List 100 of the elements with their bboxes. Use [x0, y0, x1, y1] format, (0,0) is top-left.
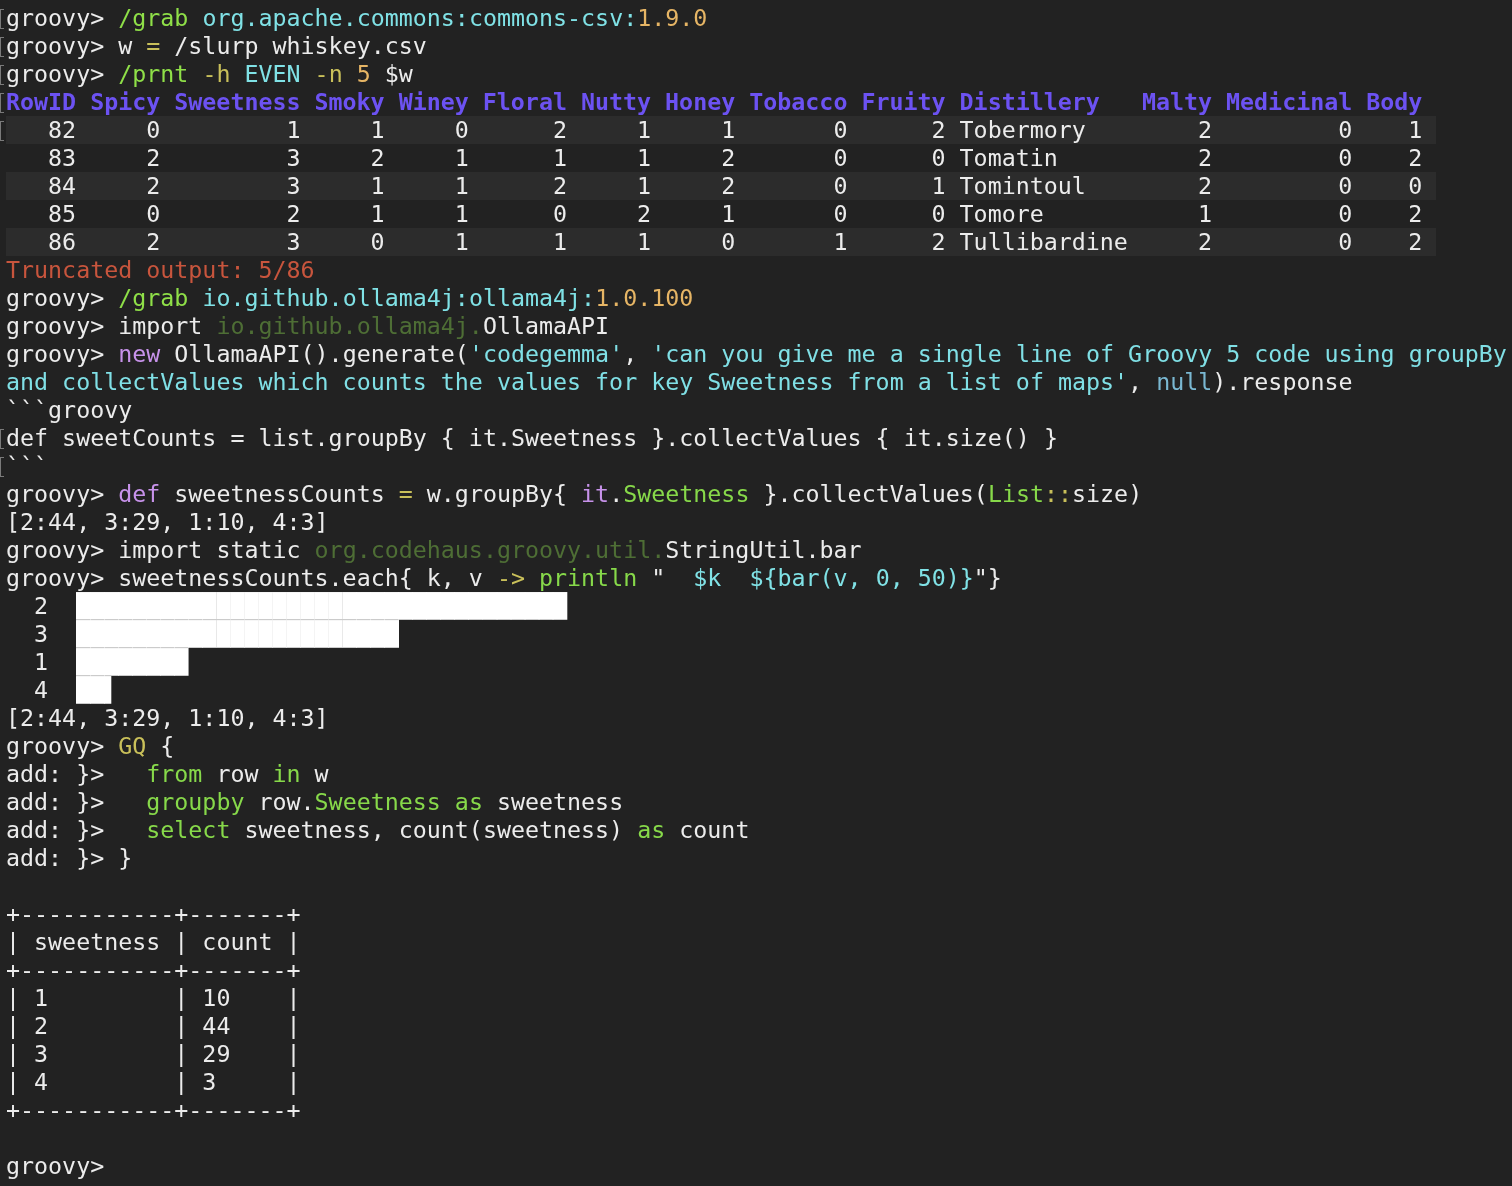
- table-cell-text: 83: [47, 144, 77, 172]
- terminal-line: [2:44, 3:29, 1:10, 4:3]: [6, 704, 330, 732]
- table-cell-text: 2: [1197, 144, 1212, 172]
- table-cell-text: 86: [47, 228, 77, 256]
- table-cell-text: Tobermory: [959, 116, 1087, 144]
- table-cell-text: 1: [1407, 116, 1423, 144]
- table-cell-text: 0: [1337, 144, 1353, 172]
- table-cell-text: 1: [636, 172, 652, 200]
- column-header: Malty: [1141, 88, 1212, 116]
- table-cell-text: 2: [145, 144, 161, 172]
- column-header: Floral: [482, 88, 567, 116]
- table-cell-text: 0: [832, 116, 848, 144]
- table-cell-text: 3: [285, 172, 301, 200]
- terminal-line: and collectValues which counts the values for key Sweetness from a list of maps', null).response: [6, 368, 1354, 396]
- table-cell-text: Tomore: [959, 200, 1045, 228]
- table-cell-text: 2: [720, 144, 736, 172]
- table-cell-text: 1: [636, 116, 652, 144]
- terminal-line: | sweetness | count |: [6, 928, 302, 956]
- terminal-line: groovy> /prnt -h EVEN -n 5 $w: [6, 60, 1512, 88]
- table-cell-text: 2: [145, 228, 161, 256]
- table-cell-text: 2: [930, 116, 946, 144]
- table-cell-text: 2: [1407, 144, 1423, 172]
- table-cell-text: 82: [47, 116, 77, 144]
- terminal-line: | 4 | 3 |: [6, 1068, 302, 1096]
- column-header: Honey: [665, 88, 736, 116]
- terminal-line: groovy> sweetnessCounts.each{ k, v -> println " $k ${bar(v, 0, 50)}"}: [6, 564, 1003, 592]
- terminal-line: groovy> import static org.codehaus.groovy.util.StringUtil.bar: [6, 536, 863, 564]
- table-cell-text: 1: [720, 116, 736, 144]
- column-header: Spicy: [90, 88, 161, 116]
- terminal-line: groovy> import io.github.ollama4j.OllamaAPI: [6, 312, 611, 340]
- table-cell-text: 0: [369, 228, 385, 256]
- table-cell-text: 2: [1197, 228, 1212, 256]
- table-cell-text: 0: [1337, 200, 1353, 228]
- terminal-line: [2:44, 3:29, 1:10, 4:3]: [6, 508, 330, 536]
- table-cell-text: 2: [1407, 228, 1423, 256]
- table-cell-text: 0: [145, 116, 161, 144]
- column-header: Nutty: [580, 88, 652, 116]
- table-cell-text: 2: [145, 172, 161, 200]
- table-cell-text: 0: [1337, 172, 1353, 200]
- table-cell-text: 0: [453, 116, 469, 144]
- table-cell-text: 2: [285, 200, 301, 228]
- terminal-line: groovy> w = /slurp whiskey.csv: [6, 32, 1512, 60]
- terminal-line: ```groovy: [6, 396, 134, 424]
- terminal-line: groovy> GQ {: [6, 732, 176, 760]
- terminal-line: add: }> groupby row.Sweetness as sweetness: [6, 788, 625, 816]
- column-header: Medicinal: [1226, 88, 1353, 116]
- table-cell-text: 1: [453, 144, 469, 172]
- terminal-line: 2 ███████████████████████████████████: [33, 592, 569, 620]
- terminal-line: Truncated output: 5/86: [6, 256, 316, 284]
- table-cell-text: 1: [1197, 200, 1212, 228]
- table-cell-text: 3: [285, 228, 301, 256]
- table-cell-text: 1: [453, 228, 469, 256]
- table-cell-text: 0: [832, 144, 848, 172]
- table-cell-text: 1: [636, 144, 652, 172]
- terminal-line: | 1 | 10 |: [6, 984, 302, 1012]
- table-cell-text: 1: [369, 200, 385, 228]
- table-cell-text: 1: [636, 228, 652, 256]
- table-cell-text: 0: [1407, 172, 1423, 200]
- terminal-line: groovy> /grab org.apache.commons:commons-csv:1.9.0: [6, 4, 1512, 32]
- table-cell-text: 2: [1197, 172, 1212, 200]
- terminal-line: add: }> from row in w: [6, 760, 330, 788]
- table-cell-text: 1: [930, 172, 946, 200]
- table-cell-text: 2: [930, 228, 946, 256]
- terminal-line: | 3 | 29 |: [6, 1040, 302, 1068]
- terminal-line: | 2 | 44 |: [6, 1012, 302, 1040]
- table-cell-text: 2: [636, 200, 652, 228]
- table-cell-text: 1: [453, 172, 469, 200]
- terminal-line: groovy> def sweetnessCounts = w.groupBy{ it.Sweetness }.collectValues(List::size): [6, 480, 1144, 508]
- table-cell-text: 1: [285, 116, 301, 144]
- terminal-line: add: }> }: [6, 844, 134, 872]
- terminal-line: +-----------+-------+: [6, 956, 302, 984]
- table-cell-text: 2: [720, 172, 736, 200]
- table-cell-text: 0: [145, 200, 161, 228]
- table-cell-text: 0: [1337, 116, 1353, 144]
- table-cell-text: 2: [1197, 116, 1212, 144]
- terminal-line: groovy> /grab io.github.ollama4j:ollama4j:1.0.100: [6, 284, 695, 312]
- table-cell-text: 3: [285, 144, 301, 172]
- table-cell: Tullibardine: [959, 228, 1128, 256]
- column-header: Tobacco: [749, 88, 848, 116]
- column-header: Smoky: [314, 88, 385, 116]
- table-cell-text: 1: [720, 200, 736, 228]
- table-cell-text: 85: [47, 200, 77, 228]
- table-cell-text: 1: [369, 172, 385, 200]
- terminal-line: groovy>: [6, 1152, 106, 1180]
- column-header: Distillery: [959, 88, 1101, 116]
- table-cell-text: 1: [453, 200, 469, 228]
- column-header: RowID: [6, 88, 77, 116]
- table-cell-text: 1: [369, 116, 385, 144]
- column-header: Winey: [398, 88, 469, 116]
- table-cell-text: 2: [551, 172, 567, 200]
- table-cell-text: 1: [551, 144, 567, 172]
- terminal-line: 3 ███████████████████████: [33, 620, 400, 648]
- table-cell-text: 0: [832, 172, 848, 200]
- terminal-line: 4 ██▌: [33, 676, 120, 704]
- table-cell-text: 0: [551, 200, 567, 228]
- terminal-line: add: }> select sweetness, count(sweetness) as count: [6, 816, 751, 844]
- table-cell-text: 1: [551, 228, 567, 256]
- table-cell-text: 0: [930, 200, 946, 228]
- terminal-line: 1 ████████: [33, 648, 190, 676]
- table-cell-text: 0: [720, 228, 736, 256]
